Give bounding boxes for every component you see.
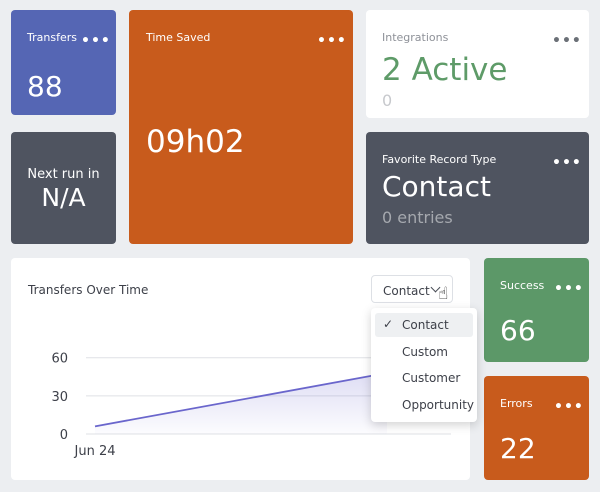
integrations-sub-value: 0 (382, 91, 393, 110)
menu-item-label: Custom (402, 345, 448, 359)
integrations-value: 2 Active (382, 52, 508, 88)
menu-item-label: Customer (402, 371, 461, 385)
success-label: Success (500, 279, 545, 292)
hand-cursor-icon: ☝ (438, 284, 449, 304)
more-options-icon[interactable] (554, 282, 584, 296)
next-run-card: Next run in N/A (11, 132, 116, 244)
y-tick-label: 60 (51, 352, 68, 367)
menu-item-opportunity[interactable]: Opportunity (375, 393, 475, 417)
record-type-menu: ✓ Contact Custom Customer Opportunity (371, 308, 477, 422)
transfers-card: Transfers 88 (11, 10, 116, 115)
integrations-card: Integrations 2 Active 0 (366, 10, 589, 118)
check-icon: ✓ (383, 317, 394, 331)
y-tick-label: 30 (51, 390, 68, 405)
more-options-icon[interactable] (554, 400, 584, 414)
menu-item-customer[interactable]: Customer (375, 366, 473, 390)
menu-item-contact[interactable]: ✓ Contact (375, 313, 473, 337)
menu-item-label: Contact (402, 318, 449, 332)
menu-item-label: Opportunity (402, 398, 475, 412)
more-options-icon[interactable] (317, 34, 347, 48)
next-run-value: N/A (41, 183, 86, 212)
time-saved-label: Time Saved (146, 31, 211, 44)
more-options-icon[interactable] (81, 34, 111, 48)
success-value: 66 (500, 314, 536, 347)
select-value: Contact (383, 284, 430, 298)
series-area (95, 372, 387, 434)
errors-card: Errors 22 (484, 376, 589, 480)
favorite-record-label: Favorite Record Type (382, 153, 497, 166)
favorite-record-entries: 0 entries (382, 208, 453, 227)
next-run-label: Next run in (27, 167, 100, 182)
time-saved-value: 09h02 (146, 124, 245, 160)
success-card: Success 66 (484, 258, 589, 362)
favorite-record-card: Favorite Record Type Contact 0 entries (366, 132, 589, 244)
transfers-label: Transfers (27, 31, 77, 44)
favorite-record-value: Contact (382, 170, 491, 203)
transfers-value: 88 (27, 70, 63, 103)
menu-item-custom[interactable]: Custom (375, 340, 473, 364)
record-type-select[interactable]: Contact ☝ (371, 275, 453, 303)
errors-value: 22 (500, 432, 536, 465)
errors-label: Errors (500, 397, 533, 410)
more-options-icon[interactable] (552, 156, 582, 170)
y-tick-label: 0 (60, 428, 68, 443)
x-tick-label: Jun 24 (74, 444, 116, 459)
time-saved-card: Time Saved 09h02 (129, 10, 353, 244)
integrations-label: Integrations (382, 31, 449, 44)
more-options-icon[interactable] (552, 34, 582, 48)
